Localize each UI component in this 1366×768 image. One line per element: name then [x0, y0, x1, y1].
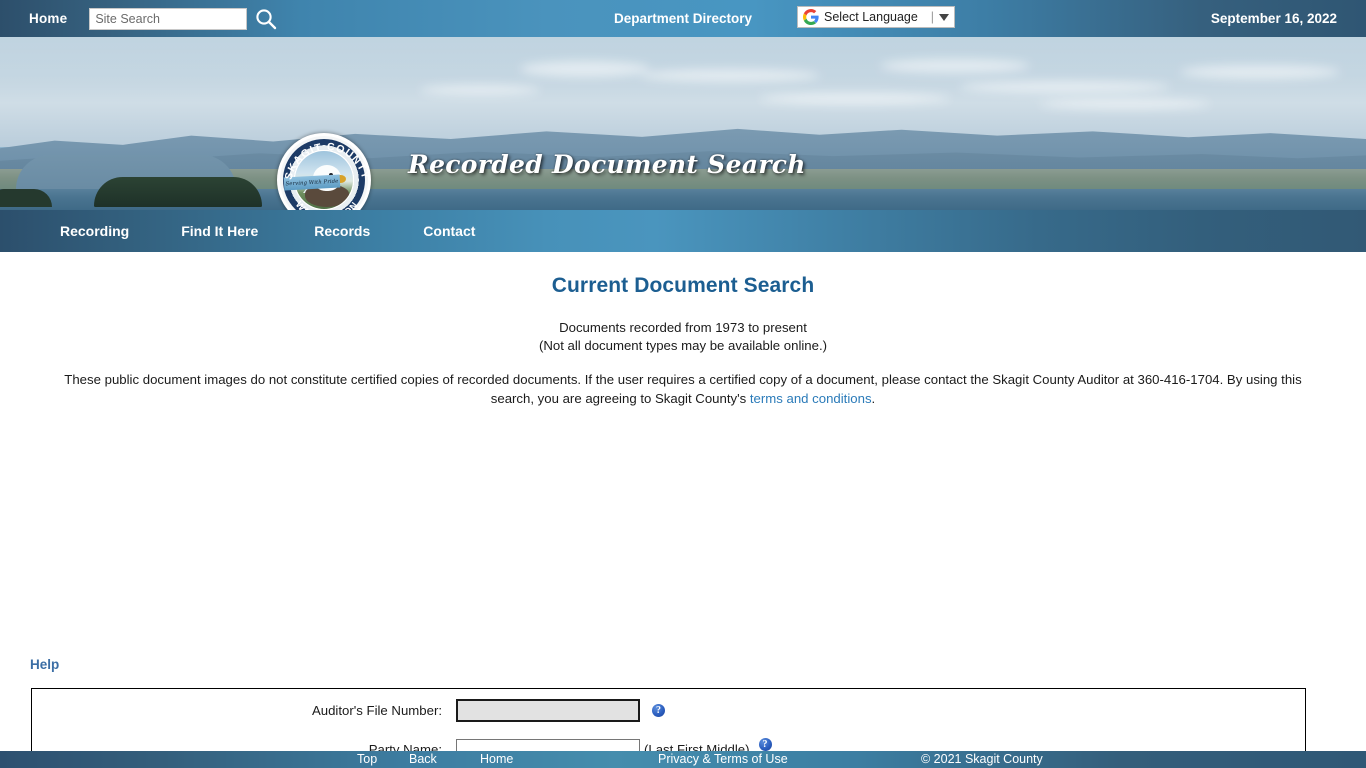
nav-item-records[interactable]: Records: [314, 223, 370, 239]
site-footer: Top Back Home Privacy & Terms of Use © 2…: [0, 751, 1366, 768]
current-date: September 16, 2022: [1210, 11, 1337, 26]
language-separator: |: [930, 10, 934, 24]
footer-copyright: © 2021 Skagit County: [921, 752, 1043, 766]
nav-item-recording[interactable]: Recording: [60, 223, 129, 239]
form-row-auditors-file-number: Auditor's File Number: ?: [0, 699, 1366, 722]
search-icon[interactable]: [254, 7, 278, 31]
main-navigation: Recording Find It Here Records Contact: [0, 210, 1366, 252]
footer-privacy-terms-link[interactable]: Privacy & Terms of Use: [658, 752, 788, 766]
google-logo-icon: [803, 9, 819, 25]
banner-title: Recorded Document Search: [408, 150, 806, 179]
nav-item-contact[interactable]: Contact: [423, 223, 475, 239]
footer-home-link[interactable]: Home: [480, 752, 513, 766]
seal-ribbon-text: Serving With Pride: [285, 178, 339, 187]
disclaimer-text: These public document images do not cons…: [47, 370, 1319, 408]
main-content: Current Document Search Documents record…: [0, 252, 1366, 768]
site-banner: Serving With Pride SKAGIT COUNTY WASHING…: [0, 37, 1366, 210]
subtitle-line-2: (Not all document types may be available…: [538, 338, 828, 353]
footer-back-link[interactable]: Back: [409, 752, 437, 766]
page-title: Current Document Search: [551, 274, 815, 297]
nav-item-find-it-here[interactable]: Find It Here: [181, 223, 258, 239]
google-translate-select[interactable]: Select Language |: [797, 6, 955, 28]
label-auditors-file-number: Auditor's File Number:: [311, 703, 442, 718]
disclaimer-text-part-2: .: [871, 391, 876, 406]
department-directory-label[interactable]: Department Directory: [614, 11, 752, 26]
topbar-home-link[interactable]: Home: [29, 11, 67, 26]
top-utility-bar: Home Department Directory Select Languag…: [0, 0, 1366, 37]
help-icon-party-name[interactable]: ?: [758, 738, 772, 751]
subtitle-line-1: Documents recorded from 1973 to present: [559, 320, 807, 335]
help-icon-auditors-file-number[interactable]: ?: [652, 704, 665, 717]
auditors-file-number-input[interactable]: [456, 699, 640, 722]
site-search-input[interactable]: [89, 7, 248, 30]
disclaimer-text-part-1: These public document images do not cons…: [64, 372, 1302, 406]
language-select-label: Select Language: [824, 10, 918, 24]
help-link[interactable]: Help: [30, 657, 59, 672]
banner-overlay: [0, 37, 1366, 210]
chevron-down-icon[interactable]: [939, 13, 949, 21]
terms-and-conditions-link[interactable]: terms and conditions: [750, 391, 872, 406]
footer-top-link[interactable]: Top: [357, 752, 377, 766]
